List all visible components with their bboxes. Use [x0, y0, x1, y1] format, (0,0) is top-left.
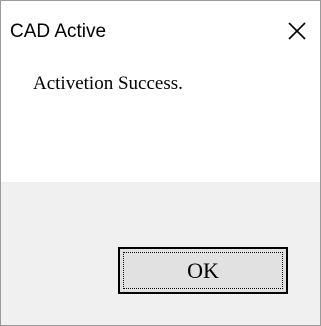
dialog-message: Activetion Success. — [33, 73, 183, 94]
ok-button[interactable]: OK — [118, 247, 288, 294]
close-button[interactable] — [274, 1, 320, 61]
title-bar: CAD Active — [1, 1, 320, 61]
window-title: CAD Active — [10, 21, 107, 42]
close-icon — [288, 22, 306, 40]
ok-button-label: OK — [187, 257, 219, 283]
